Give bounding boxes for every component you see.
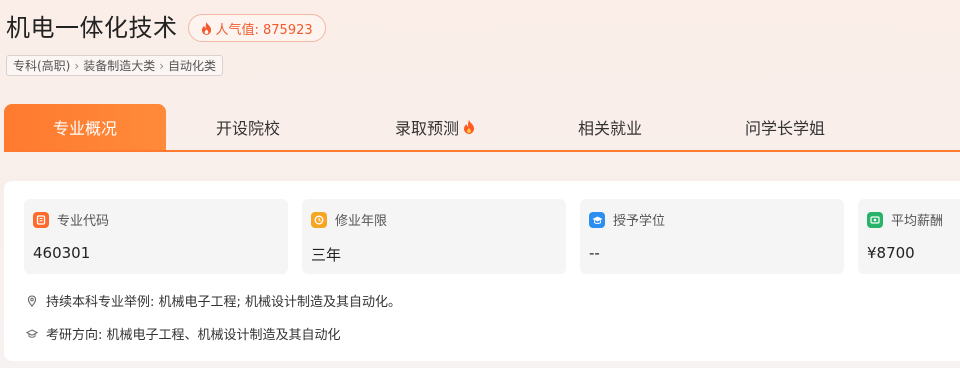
info-box-avg-salary: 平均薪酬 ¥8700 <box>858 199 960 274</box>
postgrad-note-text: 考研方向: 机械电子工程、机械设计制造及其自动化 <box>46 328 341 343</box>
info-label: 授予学位 <box>613 214 666 229</box>
chevron-right-icon: › <box>74 58 80 73</box>
tab-admission-forecast[interactable]: 录取预测 <box>330 104 540 150</box>
tab-label: 问学长学姐 <box>744 119 825 138</box>
info-value: -- <box>589 244 600 262</box>
popularity-badge: 人气值: 875923 <box>187 14 326 42</box>
tab-label: 开设院校 <box>215 119 280 138</box>
info-box-major-code: 专业代码 460301 <box>24 199 288 274</box>
tab-label: 相关就业 <box>577 119 642 138</box>
tab-employment[interactable]: 相关就业 <box>540 104 680 150</box>
info-value: ¥8700 <box>867 244 915 262</box>
page-title: 机电一体化技术 <box>6 14 178 42</box>
info-value: 三年 <box>311 246 342 264</box>
tab-schools[interactable]: 开设院校 <box>166 104 330 150</box>
info-label: 平均薪酬 <box>891 214 944 229</box>
postgrad-note: 考研方向: 机械电子工程、机械设计制造及其自动化 <box>26 324 341 343</box>
info-value: 460301 <box>33 244 91 262</box>
info-label: 专业代码 <box>57 214 110 229</box>
undergrad-note: 持续本科专业举例: 机械电子工程; 机械设计制造及其自动化。 <box>26 291 401 310</box>
info-box-study-years: 修业年限 三年 <box>302 199 566 274</box>
tab-bar: 专业概况 开设院校 录取预测 相关就业 问学长学姐 <box>4 104 960 152</box>
fire-icon <box>464 120 474 134</box>
location-pin-icon <box>27 294 37 307</box>
info-label: 修业年限 <box>335 214 388 229</box>
overview-card: 专业代码 460301 修业年限 三年 授予学位 -- 平均薪酬 ¥8700 持… <box>4 181 960 361</box>
breadcrumb-level-1[interactable]: 专科(高职) <box>13 57 70 74</box>
info-box-degree: 授予学位 -- <box>580 199 844 274</box>
clock-icon <box>311 211 327 228</box>
major-detail-page: 机电一体化技术 人气值: 875923 专科(高职) › 装备制造大类 › 自动… <box>0 0 960 368</box>
graduation-cap-icon <box>26 328 38 338</box>
code-book-icon <box>33 211 49 228</box>
money-icon <box>867 211 883 228</box>
graduation-cap-icon <box>589 211 605 228</box>
breadcrumb-level-3[interactable]: 自动化类 <box>168 57 216 74</box>
tab-label: 专业概况 <box>52 119 117 138</box>
chevron-right-icon: › <box>159 58 165 73</box>
tab-ask-seniors[interactable]: 问学长学姐 <box>680 104 890 150</box>
breadcrumb: 专科(高职) › 装备制造大类 › 自动化类 <box>6 55 224 76</box>
breadcrumb-level-2[interactable]: 装备制造大类 <box>83 57 155 74</box>
undergrad-note-text: 持续本科专业举例: 机械电子工程; 机械设计制造及其自动化。 <box>46 295 402 310</box>
tab-overview[interactable]: 专业概况 <box>4 104 166 150</box>
title-row: 机电一体化技术 人气值: 875923 <box>6 12 326 44</box>
fire-icon <box>201 21 211 35</box>
tab-label: 录取预测 <box>394 119 459 138</box>
popularity-label: 人气值: 875923 <box>215 22 313 38</box>
